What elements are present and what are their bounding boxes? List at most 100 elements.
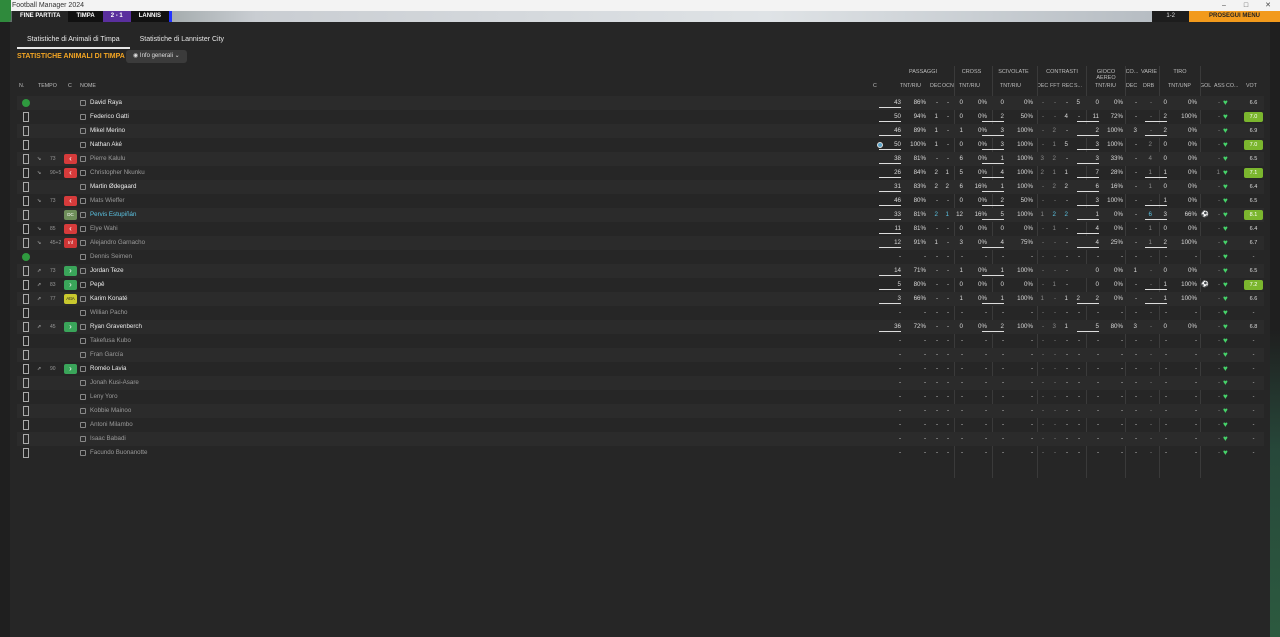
- table-row[interactable]: ⇗ 45 › Ryan Gravenberch 36 72% - -0 0% 2 100% -3 1 5 8…: [17, 320, 1264, 334]
- view-selector[interactable]: ◉ Info generali ⌄: [126, 50, 187, 63]
- table-row[interactable]: Nathan Aké 50 100% 1-0 0% 3 100% -1 5 3 100% -2 0 0% -…: [17, 138, 1264, 152]
- col-cross-tr[interactable]: TNT/RIU: [959, 83, 980, 89]
- col-con-s[interactable]: S...: [1074, 83, 1082, 89]
- player-name[interactable]: David Raya: [90, 96, 122, 110]
- player-name[interactable]: Fran García: [90, 348, 123, 362]
- col-con-dec[interactable]: DEC: [1037, 83, 1048, 89]
- col-nome[interactable]: NOME: [80, 83, 96, 89]
- table-row[interactable]: ⇘ 45+2 Inf Alejandro Garnacho 12 91% 1-3 0% 4 75%…: [17, 236, 1264, 250]
- tab-away-stats[interactable]: Statistiche di Lannister City: [130, 33, 234, 49]
- player-name[interactable]: Dennis Seimen: [90, 250, 132, 264]
- table-row[interactable]: Kobbie Mainoo - - - - - - - - - - - - - - - - - - - ♥ -: [17, 404, 1264, 418]
- table-row[interactable]: Antoni Milambo - - - - - - - - - - - - - - - - - - - ♥ -: [17, 418, 1264, 432]
- col-tempo[interactable]: TEMPO: [38, 83, 57, 89]
- player-name[interactable]: Leny Yoro: [90, 390, 118, 404]
- sub-out-icon: ⇘: [37, 226, 42, 232]
- table-row[interactable]: Willian Pacho - - - - - - - - - - - - - - - - - - - ♥ -: [17, 306, 1264, 320]
- aerial-attempts: -: [1096, 309, 1099, 316]
- player-name[interactable]: Pierre Kalulu: [90, 152, 125, 166]
- match-scoreboard[interactable]: FINE PARTITA TIMPA 2 - 1 LANNIS: [12, 11, 173, 22]
- section-title: STATISTICHE ANIMALI DI TIMPA: [17, 53, 125, 60]
- shirt-number-box: [23, 448, 29, 458]
- player-name[interactable]: Pervis Estupiñán: [90, 208, 136, 222]
- col-vot[interactable]: VOT: [1246, 83, 1257, 89]
- col-con-fft[interactable]: FFT: [1050, 83, 1060, 89]
- continue-button[interactable]: PROSEGUI MENU: [1188, 11, 1280, 22]
- maximize-button[interactable]: □: [1236, 0, 1256, 11]
- player-name[interactable]: Elye Wahi: [90, 222, 118, 236]
- cross-attempts: -: [960, 393, 963, 400]
- player-name[interactable]: Ryan Gravenberch: [90, 320, 142, 334]
- table-row[interactable]: Leny Yoro - - - - - - - - - - - - - - - - - - - ♥ -: [17, 390, 1264, 404]
- table-row[interactable]: ⇗ 73 › Jordan Teze 14 71% - -1 0% 1 100% - - -0 0% 1-0 0…: [17, 264, 1264, 278]
- table-row[interactable]: Mikel Merino 46 89% 1-1 0% 3 100% -2-2 100% 3-2 0%…: [17, 124, 1264, 138]
- col-c[interactable]: C: [68, 83, 72, 89]
- assists: -: [1217, 113, 1220, 120]
- heart-icon: ♥: [1223, 196, 1228, 205]
- table-row[interactable]: Martin Ødegaard 31 83% 2 2 6 16% 1 100% -2 2 6 16% -1…: [17, 180, 1264, 194]
- player-name[interactable]: Alejandro Garnacho: [90, 236, 145, 250]
- shirt-icon: [80, 422, 86, 428]
- player-name[interactable]: Willian Pacho: [90, 306, 128, 320]
- close-button[interactable]: ✕: [1258, 0, 1278, 11]
- col-tiro[interactable]: TNT/UNP: [1168, 83, 1191, 89]
- col-gol[interactable]: GOL: [1200, 83, 1211, 89]
- heart-icon: ♥: [1223, 126, 1228, 135]
- table-row[interactable]: ⇘ 85 ‹ Elye Wahi 11 81% - -0 0% 0 0% -1-4 0% -1 0 0% - ♥ 6…: [17, 222, 1264, 236]
- chevron-right-icon: ›: [64, 266, 77, 276]
- shot-attempts: 1: [1145, 292, 1167, 306]
- table-row[interactable]: ⇘ 90+5 ‹ Christopher Nkunku 26 84% 2 1 5 0% 4 100% 2…: [17, 166, 1264, 180]
- shirt-icon: [80, 310, 86, 316]
- player-name[interactable]: Roméo Lavia: [90, 362, 126, 376]
- col-pass-occ[interactable]: OCN: [942, 83, 954, 89]
- table-row[interactable]: ⇗ 90 › Roméo Lavia - - - - - - - - - - - - - - - - - - - ♥ -: [17, 362, 1264, 376]
- col-drb[interactable]: DRB: [1143, 83, 1154, 89]
- col-co-dec[interactable]: DEC: [1126, 83, 1137, 89]
- col-pass-dec[interactable]: DEC: [930, 83, 941, 89]
- player-name[interactable]: Isaac Babadi: [90, 432, 126, 446]
- table-row[interactable]: Facundo Buonanotte - - - - - - - - - - - - - - - - - - - ♥ -: [17, 446, 1264, 460]
- player-name[interactable]: Pepê: [90, 278, 104, 292]
- player-name[interactable]: Martin Ødegaard: [90, 180, 136, 194]
- table-row[interactable]: Federico Gatti 50 94% 1-0 0% 2 50% - -4-11 72% - -2…: [17, 110, 1264, 124]
- table-row[interactable]: Jonah Kusi-Asare - - - - - - - - - - - - - - - - - - - ♥ -: [17, 376, 1264, 390]
- player-name[interactable]: Antoni Milambo: [90, 418, 133, 432]
- player-name[interactable]: Mikel Merino: [90, 124, 125, 138]
- player-name[interactable]: Jordan Teze: [90, 264, 124, 278]
- player-name[interactable]: Takefusa Kubo: [90, 334, 131, 348]
- col-ass[interactable]: ASS: [1214, 83, 1225, 89]
- player-name[interactable]: Jonah Kusi-Asare: [90, 376, 139, 390]
- table-row[interactable]: ⇗ 77 AttA Karim Konaté 3 66% - -1 0% 1 100% 1-1 2 2 0%…: [17, 292, 1264, 306]
- heart-icon: ♥: [1223, 434, 1228, 443]
- assists: -: [1217, 421, 1220, 428]
- col-c2[interactable]: C: [873, 83, 877, 89]
- col-co2[interactable]: CO...: [1226, 83, 1238, 89]
- player-name[interactable]: Nathan Aké: [90, 138, 122, 152]
- player-name[interactable]: Karim Konaté: [90, 292, 128, 306]
- col-pass-tr[interactable]: TNT/RIU: [900, 83, 921, 89]
- heart-icon: ♥: [1223, 154, 1228, 163]
- table-row[interactable]: Dennis Seimen - - - - - - - - - - - - - - - - - - - ♥ -: [17, 250, 1264, 264]
- player-name[interactable]: Kobbie Mainoo: [90, 404, 131, 418]
- col-con-rec[interactable]: REC: [1062, 83, 1073, 89]
- minimize-button[interactable]: –: [1214, 0, 1234, 11]
- player-name[interactable]: Federico Gatti: [90, 110, 129, 124]
- col-sciv-tr[interactable]: TNT/RIU: [1000, 83, 1021, 89]
- table-row[interactable]: Takefusa Kubo - - - - - - - - - - - - - - - - - - - ♥ -: [17, 334, 1264, 348]
- aerial-attempts: 0: [1095, 99, 1099, 106]
- table-row[interactable]: ⇘ 73 ‹ Mats Wieffer 46 80% - -0 0% 2 50% - - -3 100% - -…: [17, 194, 1264, 208]
- player-rating: 6.5: [1249, 268, 1258, 274]
- table-row[interactable]: ⇗ 83 › Pepê 5 80% - -0 0% 0 0% -1-0 0% - -1 100% ⚽ - ♥ 7.2: [17, 278, 1264, 292]
- table-row[interactable]: Isaac Babadi - - - - - - - - - - - - - - - - - - - ♥ -: [17, 432, 1264, 446]
- table-row[interactable]: Fran García - - - - - - - - - - - - - - - - - - - ♥ -: [17, 348, 1264, 362]
- player-name[interactable]: Mats Wieffer: [90, 194, 125, 208]
- table-row[interactable]: David Raya 43 86% - -0 0% 0 0% - - -5 0 0% - -0 0% - ♥ 6.6: [17, 96, 1264, 110]
- player-name[interactable]: Christopher Nkunku: [90, 166, 145, 180]
- back-button[interactable]: [0, 0, 11, 22]
- col-aer-tr[interactable]: TNT/RIU: [1095, 83, 1116, 89]
- col-n[interactable]: N.: [19, 83, 24, 89]
- table-row[interactable]: ⇘ 73 ‹ Pierre Kalulu 38 81% - -6 0% 1 100% 3 2-3 33% -…: [17, 152, 1264, 166]
- tab-home-stats[interactable]: Statistiche di Animali di Timpa: [17, 33, 130, 49]
- player-name[interactable]: Facundo Buonanotte: [90, 446, 147, 460]
- table-row[interactable]: DC Pervis Estupiñán 33 81% 2 1 12 16% 5 100% 1 2 2 1 0…: [17, 208, 1264, 222]
